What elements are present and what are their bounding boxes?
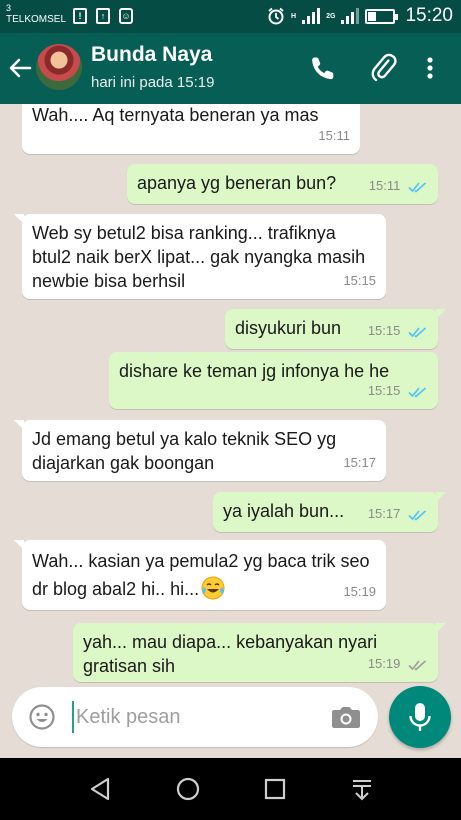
contact-name[interactable]: Bunda Naya <box>91 43 212 67</box>
nav-home-icon[interactable] <box>173 774 203 804</box>
message-text: Wah... kasian ya pemula2 yg baca trik se… <box>32 547 376 603</box>
message-time: 15:15 <box>343 273 376 288</box>
nav-notifications-icon[interactable] <box>347 774 377 804</box>
message-meta: 15:19 <box>368 652 428 676</box>
nav-back-icon[interactable] <box>86 774 116 804</box>
read-ticks-icon <box>408 509 427 521</box>
battery-icon <box>365 8 399 24</box>
sim-number: 3 <box>6 3 12 13</box>
outgoing-message[interactable]: disyukuri bun 15:15 <box>225 309 446 349</box>
read-ticks-icon <box>408 386 427 398</box>
emoji-icon[interactable] <box>28 703 56 731</box>
message-list[interactable]: Wah.... Aq ternyata beneran ya mas 15:11… <box>0 104 461 686</box>
message-text: Web sy betul2 bisa ranking... trafiknya … <box>32 223 366 291</box>
outgoing-message[interactable]: yah... mau diapa... kebanyakan nyari gra… <box>73 623 446 682</box>
message-input[interactable] <box>72 701 322 733</box>
message-text: apanya yg beneran bun? <box>137 173 337 193</box>
incoming-message[interactable]: Wah... kasian ya pemula2 yg baca trik se… <box>14 540 386 610</box>
system-icons: H 2G 15:20 <box>267 5 453 27</box>
message-meta: 15:15 <box>368 379 428 403</box>
tears-of-joy-emoji-icon <box>201 576 225 600</box>
notification-icons: ! ↑ ☺ <box>73 8 133 24</box>
read-ticks-icon <box>408 181 427 193</box>
status-bar: 3 TELKOMSEL ! ↑ ☺ H 2G 15:20 <box>0 0 461 33</box>
message-time: 15:17 <box>343 455 376 470</box>
system-nav-bar <box>0 758 461 820</box>
message-text: ya iyalah bun... <box>223 501 345 521</box>
carrier-name: TELKOMSEL <box>6 14 67 25</box>
clock: 15:20 <box>405 5 453 26</box>
signal-strength-1-icon <box>302 8 321 24</box>
notification-message-icon: ☺ <box>119 8 133 24</box>
message-time: 15:19 <box>367 656 401 671</box>
compose-bar <box>12 687 378 747</box>
incoming-message[interactable]: Web sy betul2 bisa ranking... trafiknya … <box>14 214 386 299</box>
chat-header: Bunda Naya hari ini pada 15:19 <box>0 33 461 104</box>
message-time: 15:11 <box>318 128 350 143</box>
incoming-message[interactable]: Wah.... Aq ternyata beneran ya mas 15:11 <box>22 104 360 154</box>
delivered-ticks-icon <box>408 659 427 671</box>
message-text: Jd emang betul ya kalo teknik SEO yg dia… <box>32 429 337 473</box>
notification-alert-icon: ! <box>73 8 87 24</box>
last-seen-status: hari ini pada 15:19 <box>91 74 215 91</box>
avatar[interactable] <box>36 44 82 90</box>
network-h-label: H <box>291 12 297 20</box>
message-time: 15:15 <box>367 323 401 338</box>
notification-download-icon: ↑ <box>96 8 110 24</box>
outgoing-message[interactable]: apanya yg beneran bun? 15:11 <box>127 164 438 204</box>
incoming-message[interactable]: Jd emang betul ya kalo teknik SEO yg dia… <box>14 420 386 481</box>
read-ticks-icon <box>408 326 427 338</box>
message-text: disyukuri bun <box>235 318 342 338</box>
message-time: 15:15 <box>367 383 401 398</box>
more-vert-icon[interactable] <box>415 53 445 83</box>
alarm-icon <box>268 7 284 25</box>
message-meta: 15:17 <box>368 502 428 526</box>
mic-icon <box>409 703 431 731</box>
network-2g-label: 2G <box>326 12 336 20</box>
outgoing-message[interactable]: ya iyalah bun... 15:17 <box>213 492 446 532</box>
paperclip-icon[interactable] <box>369 53 399 83</box>
message-time: 15:17 <box>367 506 401 521</box>
carrier-info: 3 TELKOMSEL <box>6 3 66 25</box>
back-arrow-icon[interactable] <box>6 53 34 83</box>
message-meta: 15:11 <box>369 174 428 198</box>
outgoing-message[interactable]: dishare ke teman jg infonya he he 15:15 <box>109 352 438 409</box>
message-meta: 15:15 <box>368 319 428 343</box>
message-time: 15:19 <box>343 584 376 599</box>
message-text: Wah.... Aq ternyata beneran ya mas <box>32 105 319 125</box>
mic-button[interactable] <box>389 686 451 748</box>
nav-recents-icon[interactable] <box>260 774 290 804</box>
camera-icon[interactable] <box>330 703 362 731</box>
message-time: 15:11 <box>368 178 401 193</box>
signal-strength-2-icon <box>341 8 360 24</box>
phone-icon[interactable] <box>308 53 338 83</box>
